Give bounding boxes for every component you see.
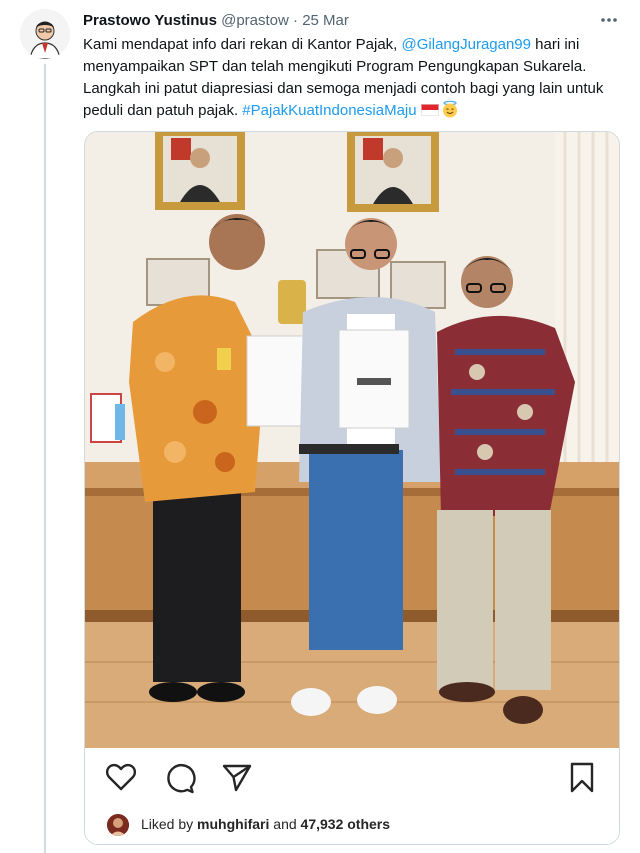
tweet-text: Kami mendapat info dari rekan di Kantor … [83, 34, 623, 122]
hashtag-link[interactable]: #PajakKuatIndonesiaMaju [242, 102, 416, 119]
tweet-date[interactable]: 25 Mar [302, 12, 349, 29]
heart-icon[interactable] [105, 762, 137, 792]
thread-line [44, 64, 46, 853]
meta-separator: · [293, 12, 299, 29]
likes-prefix: Liked by [141, 816, 198, 832]
author-handle[interactable]: @prastow [221, 12, 289, 29]
likes-count[interactable]: 47,932 others [301, 816, 391, 832]
author-name[interactable]: Prastowo Yustinus [83, 12, 217, 29]
photo-image[interactable] [85, 132, 619, 748]
tweet-header: Prastowo Yustinus @prastow · 25 Mar [83, 11, 349, 31]
more-horizontal-icon[interactable] [598, 10, 620, 30]
mention-link[interactable]: @GilangJuragan99 [402, 36, 531, 53]
indonesia-flag-icon [420, 104, 439, 116]
likes-summary: Liked by muhghifari and 47,932 others [141, 812, 390, 836]
tweet-text-part: Kami mendapat info dari rekan di Kantor … [83, 36, 402, 53]
bookmark-icon[interactable] [569, 762, 595, 794]
tweet-card[interactable]: Prastowo Yustinus @prastow · 25 Mar Kami… [0, 0, 640, 853]
embedded-instagram-post[interactable]: Liked by muhghifari and 47,932 others [84, 131, 620, 845]
likes-middle: and [269, 816, 301, 832]
liker-username[interactable]: muhghifari [197, 816, 269, 832]
smiling-halo-emoji-icon [442, 100, 457, 118]
avatar[interactable] [20, 9, 70, 59]
comment-icon[interactable] [164, 762, 196, 794]
share-send-icon[interactable] [221, 763, 253, 793]
liker-avatar[interactable] [107, 814, 129, 836]
